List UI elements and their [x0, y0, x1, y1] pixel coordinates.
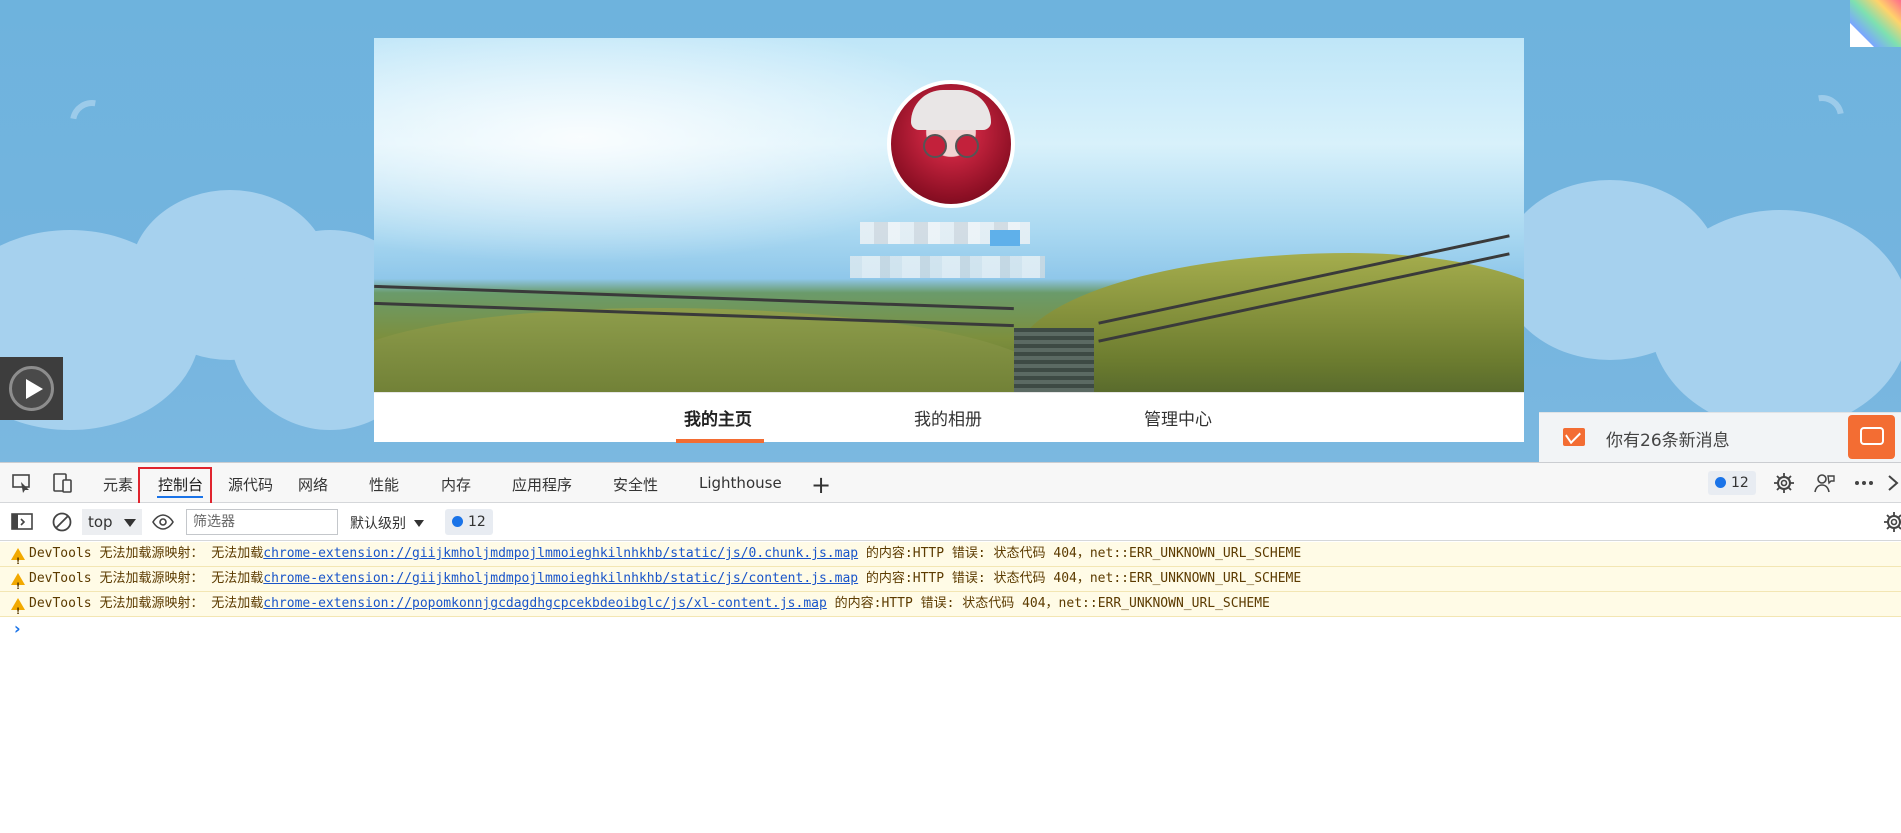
web-page-viewport: 我的主页 我的相册 管理中心 你有26条新消息	[0, 0, 1901, 462]
tab-network[interactable]: 网络	[298, 474, 328, 495]
inspect-element-icon[interactable]	[11, 472, 33, 494]
settings-gear-icon[interactable]	[1773, 472, 1795, 494]
console-filter-input[interactable]	[186, 509, 338, 535]
dropdown-caret-icon	[124, 519, 136, 527]
nav-my-album[interactable]: 我的相册	[914, 405, 982, 430]
tab-elements[interactable]: 元素	[103, 474, 133, 495]
console-warning-row: DevTools 无法加载源映射： 无法加载chrome-extension:/…	[0, 592, 1901, 624]
tab-memory[interactable]: 内存	[441, 474, 471, 495]
chat-bubble-icon	[1860, 427, 1884, 445]
close-devtools-icon[interactable]	[1887, 472, 1901, 494]
nav-my-home[interactable]: 我的主页	[684, 405, 752, 430]
new-messages-text[interactable]: 你有26条新消息	[1606, 426, 1730, 451]
device-emulation-icon[interactable]	[51, 472, 73, 494]
tab-sources[interactable]: 源代码	[228, 474, 273, 495]
warning-icon	[11, 598, 25, 624]
more-options-icon[interactable]	[1853, 472, 1875, 494]
profile-nav: 我的主页 我的相册 管理中心	[374, 392, 1524, 443]
tab-lighthouse[interactable]: Lighthouse	[699, 474, 782, 492]
add-tab-icon[interactable]: +	[811, 471, 831, 499]
signal-decoration	[61, 91, 123, 153]
devtools-panel: 元素 控制台 源代码 网络 性能 内存 应用程序 安全性 Lighthouse …	[0, 462, 1901, 833]
clear-console-icon[interactable]	[51, 511, 73, 533]
tab-performance[interactable]: 性能	[369, 474, 399, 495]
source-map-link[interactable]: chrome-extension://giijkmholjmdmpojlmmoi…	[263, 571, 858, 586]
nav-manage-center[interactable]: 管理中心	[1144, 405, 1212, 430]
dropdown-caret-icon	[414, 520, 424, 527]
issues-icon	[452, 516, 463, 527]
log-levels-dropdown[interactable]: 默认级别	[350, 513, 424, 533]
live-expression-eye-icon[interactable]	[152, 511, 174, 533]
console-settings-gear-icon[interactable]	[1883, 511, 1901, 533]
tab-application[interactable]: 应用程序	[512, 474, 572, 495]
console-warning-row: DevTools 无法加载源映射： 无法加载chrome-extension:/…	[0, 567, 1901, 599]
signal-decoration	[1791, 86, 1853, 148]
user-avatar[interactable]	[887, 80, 1015, 208]
blurred-badge	[990, 230, 1020, 246]
toolbar-issues-badge[interactable]: 12	[445, 509, 493, 535]
source-map-link[interactable]: chrome-extension://popomkonnjgcdagdhgcpc…	[263, 596, 827, 611]
source-map-link[interactable]: chrome-extension://giijkmholjmdmpojlmmoi…	[263, 546, 858, 561]
console-prompt[interactable]: ›	[0, 617, 1901, 641]
sidebar-toggle-icon[interactable]	[11, 511, 33, 533]
page-corner-decoration[interactable]	[1850, 0, 1901, 47]
devtools-tab-bar: 元素 控制台 源代码 网络 性能 内存 应用程序 安全性 Lighthouse …	[0, 463, 1901, 509]
console-toolbar: top 默认级别 12	[0, 503, 1901, 541]
console-warning-row: DevTools 无法加载源映射： 无法加载chrome-extension:/…	[0, 542, 1901, 574]
play-icon	[26, 379, 43, 399]
chat-button[interactable]	[1848, 415, 1895, 459]
tab-security[interactable]: 安全性	[613, 474, 658, 495]
warning-icon	[11, 548, 25, 574]
issues-icon	[1715, 477, 1726, 488]
cloud-decoration	[1650, 210, 1901, 430]
context-selector[interactable]: top	[82, 509, 142, 535]
active-nav-underline	[676, 439, 764, 443]
prompt-chevron-icon: ›	[14, 619, 21, 638]
issues-badge[interactable]: 12	[1708, 471, 1756, 495]
message-notification-bar[interactable]: 你有26条新消息	[1539, 412, 1901, 462]
mail-icon	[1563, 428, 1585, 446]
feedback-icon[interactable]	[1813, 472, 1835, 494]
console-output: DevTools 无法加载源映射： 无法加载chrome-extension:/…	[0, 542, 1901, 641]
music-player-widget[interactable]	[0, 357, 63, 420]
warning-icon	[11, 573, 25, 599]
blurred-bio	[850, 256, 1045, 278]
